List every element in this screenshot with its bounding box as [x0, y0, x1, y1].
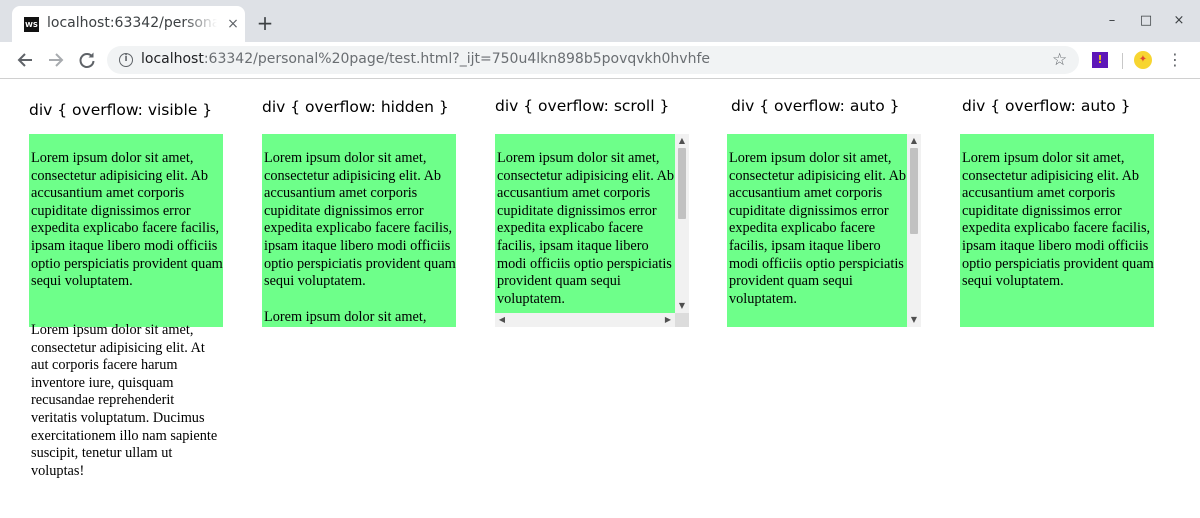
info-icon[interactable]: i: [119, 53, 133, 67]
vertical-scroll-thumb[interactable]: [678, 148, 686, 219]
vertical-scroll-thumb[interactable]: [910, 148, 918, 234]
maximize-window-button[interactable]: □: [1137, 12, 1155, 30]
webstorm-favicon-icon: WS: [24, 17, 39, 32]
close-window-button[interactable]: ×: [1170, 12, 1188, 30]
column-heading: div { overflow: auto }: [962, 97, 1131, 115]
extension-icon[interactable]: !: [1092, 52, 1108, 68]
page-content: div { overflow: visible } Lorem ipsum do…: [0, 79, 1200, 518]
browser-tab[interactable]: WS localhost:63342/personal page ×: [12, 6, 245, 42]
overflow-visible-box: Lorem ipsum dolor sit amet, consectetur …: [29, 134, 223, 327]
address-bar[interactable]: i localhost:63342/personal%20page/test.h…: [107, 46, 1079, 74]
horizontal-scrollbar[interactable]: ◀ ▶: [495, 313, 675, 327]
vertical-scrollbar[interactable]: ▲ ▼: [907, 134, 921, 327]
overflow-scroll-box[interactable]: Lorem ipsum dolor sit amet, consectetur …: [495, 134, 689, 327]
extension-icon[interactable]: ✦: [1134, 51, 1152, 69]
scroll-right-arrow-icon[interactable]: ▶: [661, 313, 675, 327]
back-arrow-icon[interactable]: [14, 49, 36, 71]
scroll-down-arrow-icon[interactable]: ▼: [675, 299, 689, 313]
scroll-up-arrow-icon[interactable]: ▲: [675, 134, 689, 148]
browser-titlebar: WS localhost:63342/personal page × + – □…: [0, 0, 1200, 42]
scroll-viewport: Lorem ipsum dolor sit amet, consectetur …: [727, 134, 907, 327]
column-heading: div { overflow: hidden }: [262, 98, 449, 116]
star-icon[interactable]: ☆: [1052, 49, 1067, 71]
overflow-hidden-box: Lorem ipsum dolor sit amet, consectetur …: [262, 134, 456, 327]
scroll-left-arrow-icon[interactable]: ◀: [495, 313, 509, 327]
box-paragraph: Lorem ipsum dolor sit amet, consectetur …: [962, 150, 1154, 290]
url-host: localhost: [141, 51, 204, 67]
overflow-auto-box: Lorem ipsum dolor sit amet, consectetur …: [960, 134, 1154, 327]
close-tab-icon[interactable]: ×: [224, 15, 242, 33]
forward-arrow-icon[interactable]: [45, 49, 67, 71]
clipped-paragraph: Lorem ipsum dolor sit amet,: [264, 308, 427, 325]
scrollbar-corner: [675, 313, 689, 327]
column-heading: div { overflow: visible }: [29, 101, 213, 119]
box-paragraph: Lorem ipsum dolor sit amet, consectetur …: [497, 150, 675, 307]
box-paragraph: Lorem ipsum dolor sit amet, consectetur …: [264, 150, 456, 290]
minimize-window-button[interactable]: –: [1103, 12, 1121, 30]
box-paragraph: Lorem ipsum dolor sit amet, consectetur …: [31, 150, 223, 290]
vertical-scrollbar[interactable]: ▲ ▼: [675, 134, 689, 313]
overflow-auto-box[interactable]: Lorem ipsum dolor sit amet, consectetur …: [727, 134, 921, 327]
url-text[interactable]: localhost:63342/personal%20page/test.htm…: [141, 51, 710, 67]
box-paragraph: Lorem ipsum dolor sit amet, consectetur …: [729, 150, 907, 307]
browser-toolbar: i localhost:63342/personal%20page/test.h…: [0, 42, 1200, 79]
new-tab-button[interactable]: +: [254, 13, 276, 35]
url-path: :63342/personal%20page/test.html?_ijt=75…: [203, 51, 710, 67]
overflowing-paragraph: Lorem ipsum dolor sit amet, consectetur …: [31, 322, 218, 479]
column-heading: div { overflow: scroll }: [495, 97, 670, 115]
toolbar-divider: [1122, 53, 1123, 69]
scroll-up-arrow-icon[interactable]: ▲: [907, 134, 921, 148]
reload-icon[interactable]: [76, 49, 98, 71]
scroll-viewport: Lorem ipsum dolor sit amet, consectetur …: [495, 134, 675, 313]
tab-title: localhost:63342/personal page: [47, 15, 217, 31]
scroll-down-arrow-icon[interactable]: ▼: [907, 313, 921, 327]
column-heading: div { overflow: auto }: [731, 97, 900, 115]
kebab-menu-icon[interactable]: ⋮: [1167, 49, 1183, 71]
